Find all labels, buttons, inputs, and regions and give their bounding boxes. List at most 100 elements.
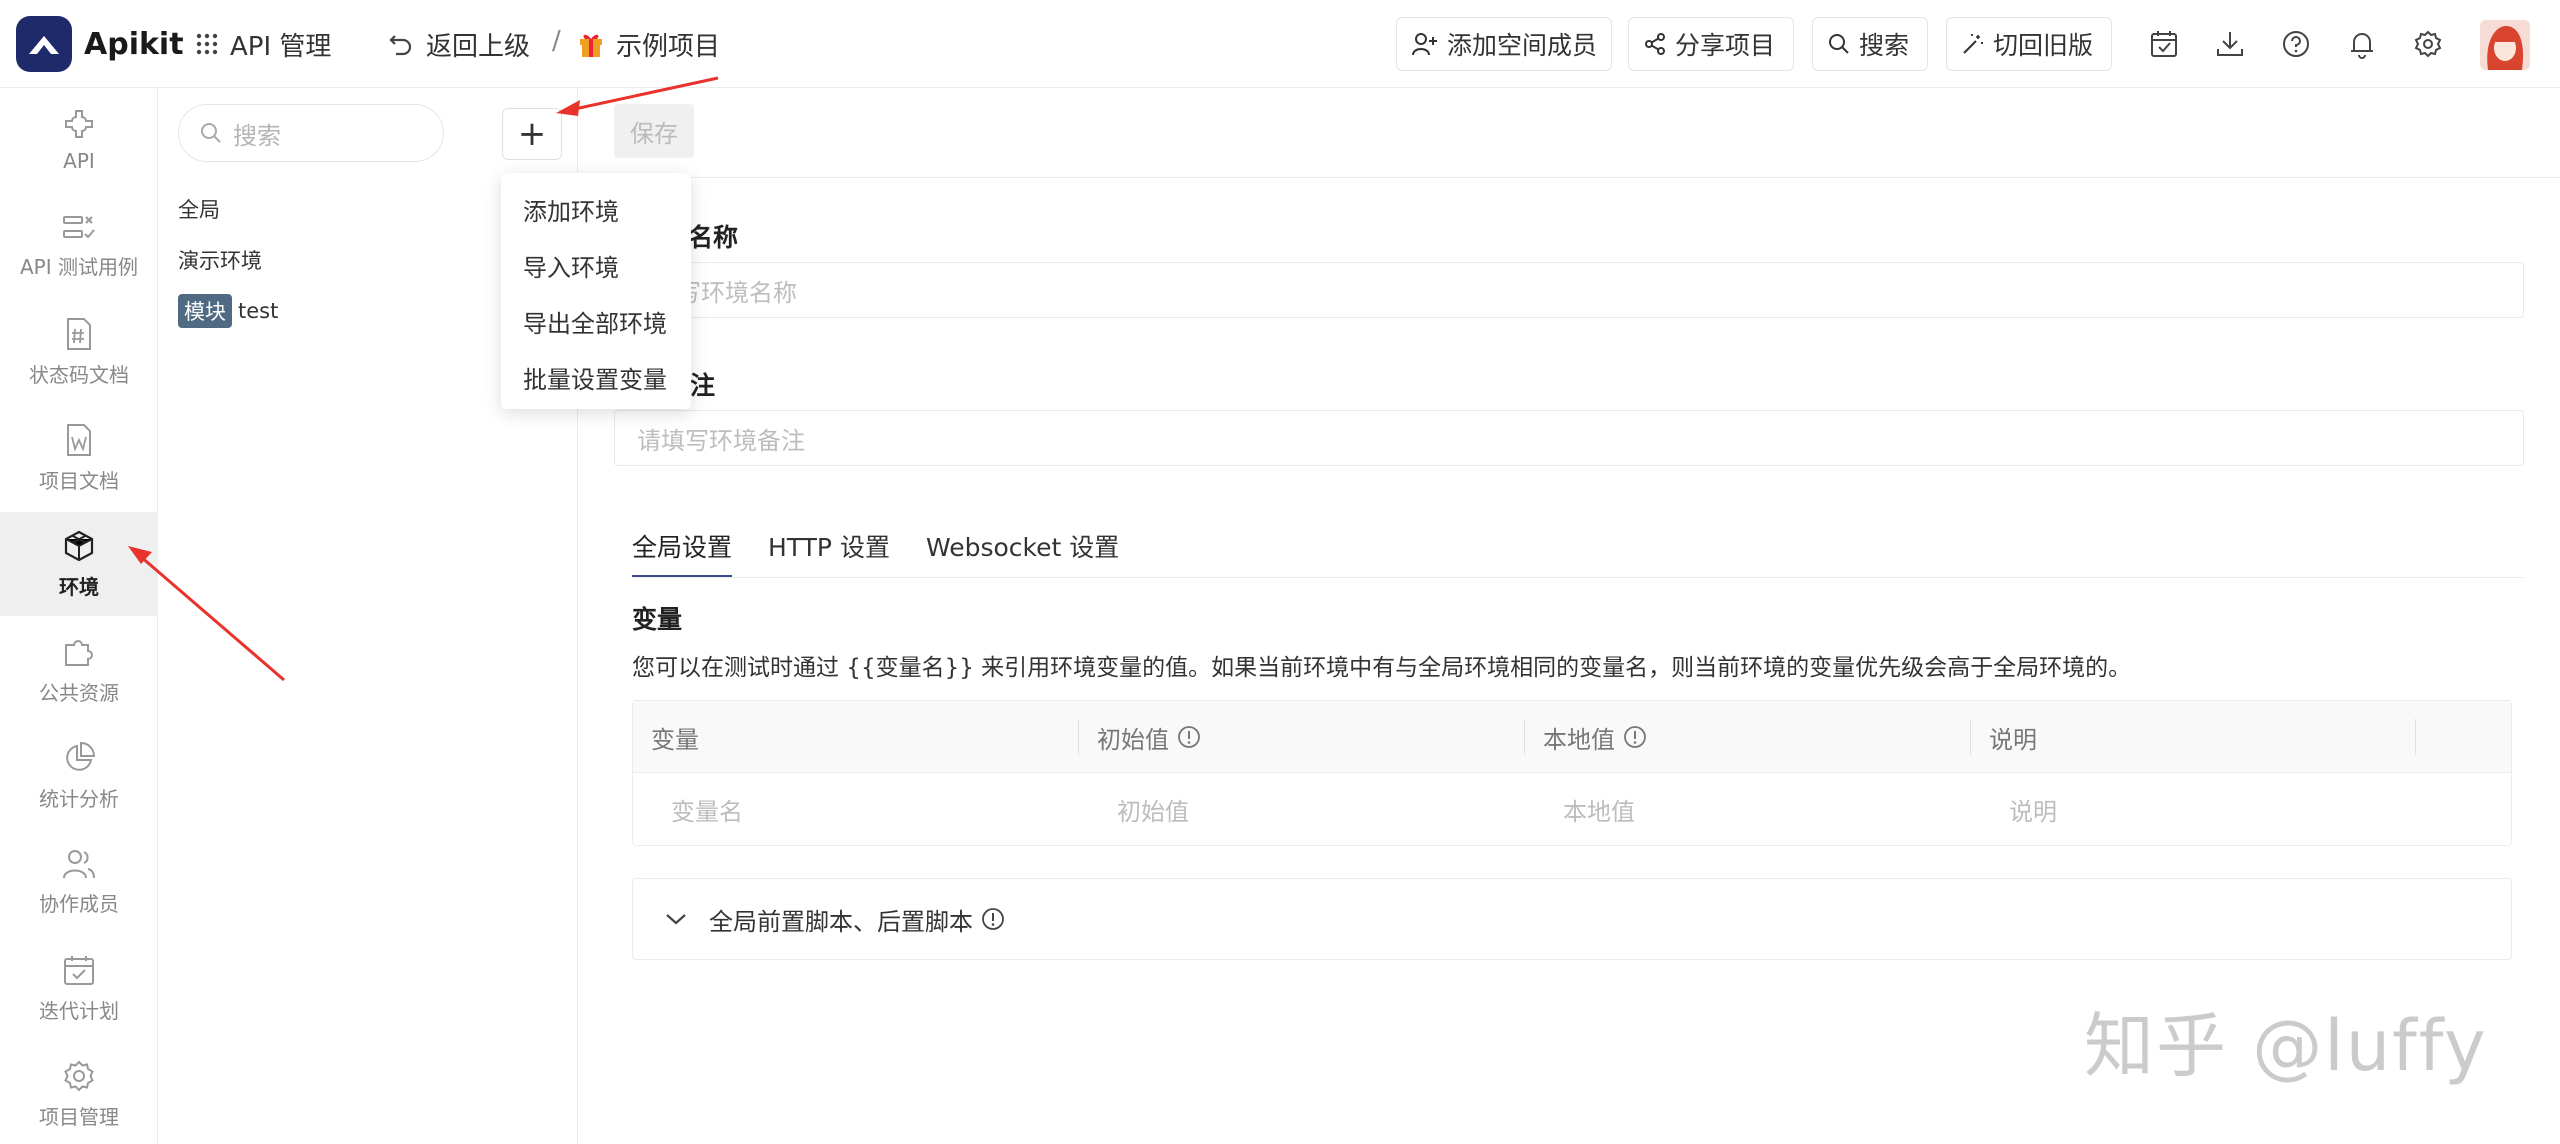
avatar[interactable] <box>2480 20 2530 70</box>
column-header-local-value: 本地值 <box>1525 701 1647 773</box>
variable-name-input[interactable]: 变量名 <box>633 773 743 845</box>
environment-remark-input[interactable]: 请填写环境备注 <box>614 410 2524 466</box>
old-version-label: 切回旧版 <box>1993 31 2094 60</box>
menu-item-batch-set-variables[interactable]: 批量设置变量 <box>501 349 691 405</box>
name-placeholder: 写环境名称 <box>677 278 797 307</box>
sidebar-item-label: 项目管理 <box>39 1104 119 1129</box>
help-icon[interactable] <box>2278 26 2314 62</box>
api-manage-label: API 管理 <box>230 31 332 62</box>
breadcrumb-separator: / <box>552 26 561 56</box>
add-member-label: 添加空间成员 <box>1447 31 1598 60</box>
env-item-demo[interactable]: 演示环境 <box>178 245 262 275</box>
search-icon <box>1829 34 1849 54</box>
project-name: 示例项目 <box>616 31 721 62</box>
scripts-label: 全局前置脚本、后置脚本 <box>709 907 973 936</box>
switch-old-version-button[interactable]: 切回旧版 <box>1946 17 2112 71</box>
main-sidebar: API API 测试用例 状态码文档 项目文档 环境 公共资源 统计分析 协作成… <box>0 88 158 1144</box>
column-header-initial-value: 初始值 <box>1079 701 1201 773</box>
variables-table: 变量 初始值 本地值 说明 变量名 初始值 本地值 说明 <box>632 700 2512 846</box>
sidebar-item-label: 状态码文档 <box>29 362 129 387</box>
menu-item-export-all-environments[interactable]: 导出全部环境 <box>501 293 691 349</box>
sidebar-item-members[interactable]: 协作成员 <box>0 830 158 934</box>
save-button[interactable]: 保存 <box>614 104 694 158</box>
variables-description: 您可以在测试时通过 {{变量名}} 来引用环境变量的值。如果当前环境中有与全局环… <box>632 655 2132 681</box>
local-value-input[interactable]: 本地值 <box>1525 773 1635 845</box>
column-header-variable: 变量 <box>633 701 699 773</box>
search-label: 搜索 <box>1859 31 1910 60</box>
api-icon <box>65 110 93 138</box>
header-label: 初始值 <box>1097 725 1169 754</box>
gear-icon[interactable] <box>2410 26 2446 62</box>
sidebar-item-public-resources[interactable]: 公共资源 <box>0 618 158 722</box>
info-icon[interactable] <box>1177 725 1201 749</box>
module-tag: 模块 <box>178 294 232 328</box>
calendar-check-icon[interactable] <box>2146 26 2182 62</box>
tab-http-settings[interactable]: HTTP 设置 <box>768 528 890 578</box>
sidebar-item-test-cases[interactable]: API 测试用例 <box>0 194 158 298</box>
sidebar-item-label: 统计分析 <box>39 786 119 811</box>
undo-icon <box>389 35 412 56</box>
sidebar-item-label: API 测试用例 <box>20 254 138 279</box>
sidebar-item-label: 项目文档 <box>39 468 119 493</box>
settings-icon <box>64 1060 94 1091</box>
info-icon[interactable] <box>981 907 1005 931</box>
remark-placeholder: 请填写环境备注 <box>637 426 805 455</box>
cube-icon <box>64 530 94 561</box>
environment-name-input[interactable]: 写环境名称 <box>614 262 2524 318</box>
sidebar-item-status-codes[interactable]: 状态码文档 <box>0 300 158 404</box>
env-item-global[interactable]: 全局 <box>178 194 220 224</box>
description-input[interactable]: 说明 <box>1971 773 2057 845</box>
menu-item-import-environment[interactable]: 导入环境 <box>501 237 691 293</box>
back-button[interactable]: 返回上级 <box>388 22 530 66</box>
calendar-icon <box>64 955 94 985</box>
sidebar-item-iteration-plan[interactable]: 迭代计划 <box>0 936 158 1040</box>
header-label: 变量 <box>651 725 699 754</box>
sidebar-item-environment[interactable]: 环境 <box>0 512 158 616</box>
search-icon <box>201 123 221 143</box>
save-toolbar: 保存 <box>578 88 2560 178</box>
table-header: 变量 初始值 本地值 说明 <box>633 701 2511 773</box>
users-icon <box>63 849 95 878</box>
search-button[interactable]: 搜索 <box>1812 17 1928 71</box>
env-item-label: 演示环境 <box>178 249 262 273</box>
add-member-button[interactable]: 添加空间成员 <box>1396 17 1612 71</box>
add-environment-dropdown: 添加环境 导入环境 导出全部环境 批量设置变量 <box>501 173 691 409</box>
watermark: 知乎 @luffy <box>2084 1005 2488 1087</box>
sidebar-item-project-docs[interactable]: 项目文档 <box>0 406 158 510</box>
column-divider <box>2415 719 2416 755</box>
back-label: 返回上级 <box>426 31 531 62</box>
bell-icon[interactable] <box>2344 26 2380 62</box>
share-button[interactable]: 分享项目 <box>1628 17 1794 71</box>
sidebar-item-statistics[interactable]: 统计分析 <box>0 724 158 828</box>
info-icon[interactable] <box>1623 725 1647 749</box>
api-manage-menu[interactable]: API 管理 <box>196 22 331 66</box>
app-name: Apikit <box>84 26 184 62</box>
tabs-divider <box>632 577 2524 578</box>
tab-websocket-settings[interactable]: Websocket 设置 <box>926 528 1119 578</box>
menu-item-add-environment[interactable]: 添加环境 <box>501 181 691 237</box>
sidebar-item-api[interactable]: API <box>0 88 158 192</box>
initial-value-input[interactable]: 初始值 <box>1079 773 1189 845</box>
env-search-input[interactable]: 搜索 <box>178 104 444 162</box>
test-case-icon <box>63 215 95 238</box>
add-environment-button[interactable]: + <box>502 108 562 160</box>
chevron-down-icon <box>666 914 686 925</box>
sidebar-item-project-settings[interactable]: 项目管理 <box>0 1042 158 1144</box>
grid-icon <box>196 33 218 55</box>
share-icon <box>1645 33 1665 55</box>
sidebar-item-label: 协作成员 <box>39 891 119 916</box>
global-scripts-collapse[interactable]: 全局前置脚本、后置脚本 <box>632 878 2512 960</box>
variables-title: 变量 <box>632 605 683 634</box>
sidebar-item-label: 环境 <box>59 574 99 599</box>
tab-global-settings[interactable]: 全局设置 <box>632 528 733 578</box>
pie-chart-icon <box>66 741 96 771</box>
sidebar-item-label: API <box>63 149 95 173</box>
user-plus-icon <box>1412 33 1437 56</box>
download-icon[interactable] <box>2212 26 2248 62</box>
env-item-test[interactable]: 模块 test <box>178 294 278 328</box>
search-placeholder: 搜索 <box>233 121 281 150</box>
puzzle-icon <box>65 639 93 666</box>
breadcrumb-project[interactable]: 示例项目 <box>578 22 720 66</box>
app-logo[interactable]: Apikit <box>16 16 184 72</box>
top-bar: Apikit API 管理 返回上级 / 示例项目 添加空间成员 分享项目 搜索… <box>0 0 2560 88</box>
